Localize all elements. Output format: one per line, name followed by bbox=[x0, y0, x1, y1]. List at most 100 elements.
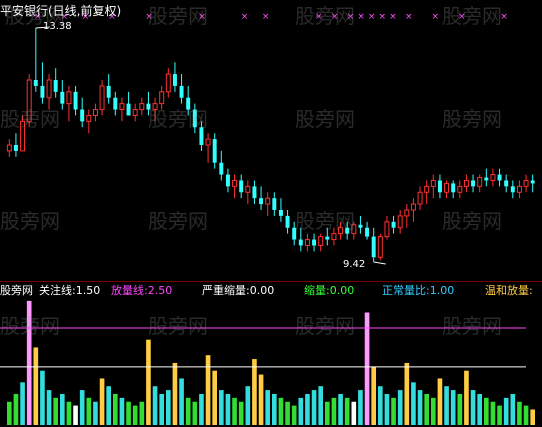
candle-body bbox=[516, 185, 522, 193]
candle-body bbox=[338, 227, 344, 235]
candle-body bbox=[245, 185, 251, 193]
candle-body bbox=[504, 180, 509, 187]
candle-body bbox=[179, 85, 184, 98]
volume-bar bbox=[112, 393, 118, 425]
heavy-line-label: 放量线:2.50 bbox=[111, 284, 173, 297]
candle-body bbox=[278, 210, 283, 216]
volume-bar bbox=[364, 312, 370, 425]
volume-bar bbox=[146, 339, 151, 425]
candle-body bbox=[192, 109, 197, 128]
volume-bar bbox=[13, 393, 19, 425]
volume-bar bbox=[159, 393, 165, 425]
volume-bar bbox=[497, 405, 502, 425]
candle-body bbox=[225, 174, 230, 187]
volume-bar bbox=[252, 359, 257, 425]
volume-bar bbox=[278, 397, 284, 425]
volume-bar bbox=[384, 393, 390, 425]
volume-bar bbox=[265, 390, 271, 425]
candle-body bbox=[86, 114, 92, 122]
volume-chart[interactable] bbox=[0, 287, 542, 427]
candle-body bbox=[172, 74, 177, 86]
volume-bar bbox=[311, 390, 317, 425]
candle-body bbox=[404, 209, 410, 217]
candle-body bbox=[384, 221, 390, 238]
volume-bar bbox=[291, 405, 297, 425]
candle-body bbox=[6, 144, 12, 152]
volume-bar bbox=[391, 397, 396, 425]
signal-marker: × bbox=[357, 12, 365, 22]
volume-bar bbox=[59, 393, 65, 425]
candle-body bbox=[523, 179, 529, 187]
candle-body bbox=[119, 103, 125, 111]
volume-bar bbox=[179, 378, 184, 425]
candle-body bbox=[106, 85, 111, 98]
shrink-label: 缩量:0.00 bbox=[304, 284, 355, 297]
volume-bar bbox=[139, 401, 145, 425]
volume-bar bbox=[450, 390, 456, 425]
low-price-label: 9.42 bbox=[343, 259, 366, 270]
candle-body bbox=[471, 180, 476, 187]
signal-marker: × bbox=[389, 12, 397, 22]
candle-body bbox=[351, 224, 357, 235]
candle-body bbox=[345, 227, 350, 234]
volume-bar bbox=[285, 401, 290, 425]
candle-body bbox=[259, 198, 264, 205]
volume-bar bbox=[324, 401, 330, 425]
candle-body bbox=[510, 186, 515, 193]
candle-body bbox=[318, 236, 324, 246]
signal-marker: × bbox=[262, 12, 270, 22]
volume-bar bbox=[165, 390, 171, 425]
chart-title: 平安银行(日线,前复权) bbox=[0, 4, 122, 18]
candle-body bbox=[484, 177, 489, 181]
candle-body bbox=[457, 185, 463, 193]
candle-body bbox=[159, 91, 165, 105]
candle-body bbox=[232, 179, 238, 187]
volume-bar bbox=[271, 393, 277, 425]
volume-bar bbox=[172, 362, 178, 425]
candle-body bbox=[113, 97, 118, 110]
volume-bar bbox=[344, 397, 350, 425]
candle-body bbox=[312, 239, 317, 246]
candle-body bbox=[490, 174, 496, 181]
candle-body bbox=[430, 179, 436, 187]
volume-bar bbox=[126, 401, 131, 425]
low-leader-line bbox=[373, 261, 386, 265]
volume-bar bbox=[20, 382, 25, 425]
price-chart[interactable]: × × × × × × × × × × × × × × × × × × × bbox=[0, 0, 542, 280]
signal-marker: × bbox=[368, 12, 376, 22]
signal-marker: × bbox=[315, 12, 323, 22]
volume-bar bbox=[371, 366, 377, 425]
severe-shrink-label: 严重缩量:0.00 bbox=[202, 284, 275, 297]
volume-bar bbox=[298, 397, 304, 425]
volume-bar bbox=[305, 393, 310, 425]
signal-marker: × bbox=[405, 12, 413, 22]
focus-line-label: 关注线:1.50 bbox=[39, 284, 101, 297]
volume-bar bbox=[397, 390, 403, 425]
normal-ratio-label: 正常量比:1.00 bbox=[382, 284, 455, 297]
signal-marker: × bbox=[241, 12, 249, 22]
volume-bar bbox=[238, 401, 244, 425]
candle-body bbox=[20, 120, 26, 152]
volume-bar bbox=[245, 386, 251, 425]
volume-bar bbox=[33, 347, 39, 425]
volume-bar bbox=[424, 393, 430, 425]
volume-bar bbox=[225, 393, 231, 425]
volume-bar bbox=[106, 386, 112, 425]
volume-bar bbox=[185, 397, 191, 425]
volume-bar bbox=[192, 401, 198, 425]
candle-body bbox=[252, 186, 257, 199]
candle-body bbox=[92, 109, 98, 116]
candle-body bbox=[212, 139, 217, 163]
candle-body bbox=[371, 236, 376, 258]
volume-bar bbox=[46, 390, 52, 425]
volume-bar bbox=[119, 397, 125, 425]
signal-marker: × bbox=[198, 12, 206, 22]
volume-bar bbox=[93, 401, 98, 425]
candle-body bbox=[463, 179, 469, 187]
candle-body bbox=[365, 227, 370, 237]
volume-bar bbox=[457, 393, 463, 425]
panel-divider bbox=[0, 281, 542, 282]
volume-bar bbox=[470, 390, 476, 425]
volume-bar bbox=[404, 362, 410, 425]
candle-body bbox=[424, 185, 430, 193]
